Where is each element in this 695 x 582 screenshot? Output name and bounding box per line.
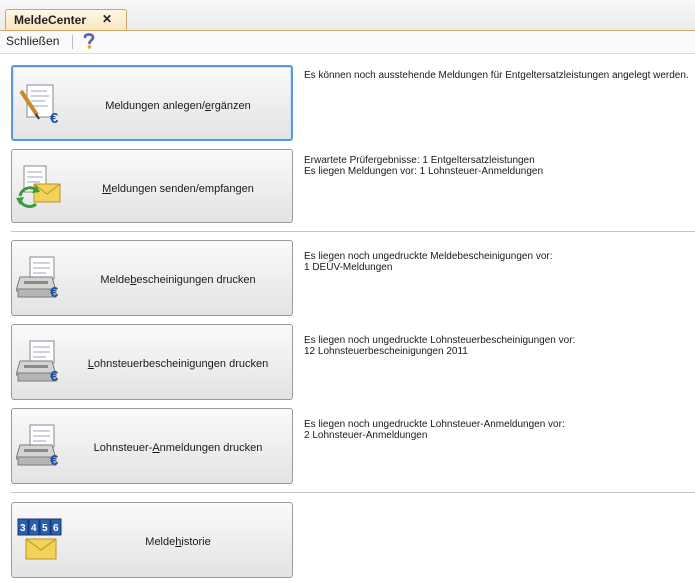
send-receive-envelope-icon <box>16 164 64 210</box>
svg-text:3: 3 <box>20 523 26 534</box>
lohnsteuer-anmeldungen-drucken-button[interactable]: € Lohnsteuer-Anmeldungen drucken <box>11 408 293 484</box>
meldebescheinigungen-drucken-button[interactable]: € Meldebescheinigungen drucken <box>11 240 293 316</box>
meldungen-anlegen-info: Es können noch ausstehende Meldungen für… <box>304 70 689 81</box>
svg-text:4: 4 <box>31 523 37 534</box>
meldungen-senden-button[interactable]: Meldungen senden/empfangen <box>11 149 293 223</box>
document-euro-pen-icon: € <box>17 81 65 127</box>
help-icon[interactable] <box>82 32 96 55</box>
tab-meldecenter[interactable]: MeldeCenter ✕ <box>5 9 127 30</box>
calendar-envelope-history-icon: 3 4 5 6 <box>16 517 64 563</box>
lohnsteuerbescheinigungen-info: Es liegen noch ungedruckte Lohnsteuerbes… <box>304 335 576 357</box>
svg-text:€: € <box>50 452 59 469</box>
close-icon[interactable]: ✕ <box>102 12 112 26</box>
meldungen-anlegen-label: Meldungen anlegen/ergänzen <box>105 100 251 112</box>
meldehistorie-button[interactable]: 3 4 5 6 Meldehistorie <box>11 502 293 578</box>
meldebescheinigungen-drucken-label: Meldebescheinigungen drucken <box>100 274 256 286</box>
tab-title: MeldeCenter <box>14 13 87 27</box>
lohnsteuer-anmeldungen-drucken-label: Lohnsteuer-Anmeldungen drucken <box>93 442 263 454</box>
section-divider <box>11 231 695 232</box>
meldungen-senden-label: Meldungen senden/empfangen <box>102 183 254 195</box>
lohnsteuerbescheinigungen-drucken-label: Lohnsteuerbescheinigungen drucken <box>87 358 269 370</box>
svg-text:€: € <box>50 284 59 301</box>
meldungen-anlegen-button[interactable]: € Meldungen anlegen/ergänzen <box>11 65 293 141</box>
svg-text:€: € <box>50 110 59 127</box>
printer-document-euro-icon: € <box>15 339 64 385</box>
printer-document-euro-icon: € <box>15 423 64 469</box>
toolbar-separator <box>72 35 73 49</box>
close-button[interactable]: Schließen <box>6 34 59 48</box>
meldehistorie-label: Meldehistorie <box>145 536 211 548</box>
meldebescheinigungen-info: Es liegen noch ungedruckte Meldebeschein… <box>304 251 553 273</box>
section-divider <box>11 492 695 493</box>
lohnsteuerbescheinigungen-drucken-button[interactable]: € Lohnsteuerbescheinigungen drucken <box>11 324 293 400</box>
tab-strip: MeldeCenter ✕ <box>0 0 695 30</box>
printer-document-euro-icon: € <box>15 255 64 301</box>
svg-text:€: € <box>50 368 59 385</box>
meldungen-senden-info: Erwartete Prüfergebnisse: 1 Entgeltersat… <box>304 155 544 177</box>
svg-text:5: 5 <box>42 523 48 534</box>
svg-text:6: 6 <box>53 523 59 534</box>
lohnsteuer-anmeldungen-info: Es liegen noch ungedruckte Lohnsteuer-An… <box>304 419 565 441</box>
toolbar: Schließen <box>0 30 695 54</box>
